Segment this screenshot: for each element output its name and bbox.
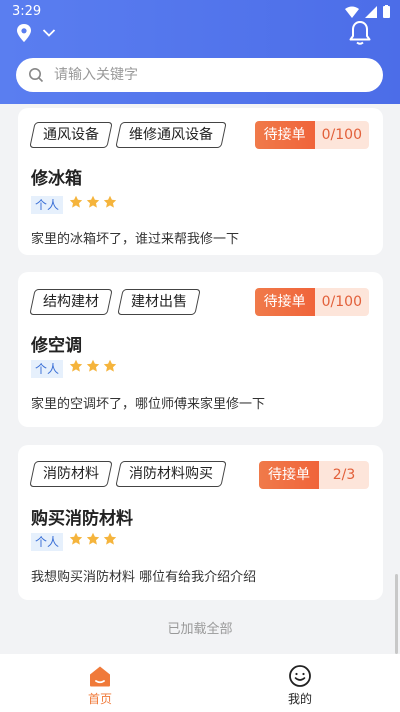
status-label: 待接单 (254, 288, 315, 316)
card-title: 购买消防材料 (31, 509, 133, 529)
star-icon (69, 359, 83, 372)
card-title: 修冰箱 (31, 169, 82, 189)
star-icon (86, 195, 100, 208)
quota-count: 2/3 (319, 461, 369, 489)
rating-stars (69, 532, 117, 546)
bottom-tab-bar: 首页 我的 (0, 654, 400, 712)
order-card[interactable]: 通风设备 维修通风设备 待接单 0/100 修冰箱 个人 家里的冰箱坏了，谁过来… (18, 108, 383, 255)
bell-icon (349, 21, 371, 45)
status-icons (345, 5, 390, 18)
card-description: 我想购买消防材料 哪位有给我介绍介绍 (31, 570, 257, 585)
star-icon (86, 359, 100, 372)
star-icon (103, 359, 117, 372)
tab-home-label: 首页 (87, 692, 112, 706)
rating-stars (69, 359, 117, 373)
wifi-icon (345, 6, 359, 18)
search-icon (28, 67, 44, 83)
chevron-down-icon (42, 29, 56, 37)
category-tag: 通风设备 (29, 122, 113, 148)
category-tag: 结构建材 (29, 289, 113, 315)
tab-mine[interactable]: 我的 (200, 654, 400, 712)
card-description: 家里的冰箱坏了，谁过来帮我修一下 (31, 232, 240, 247)
status-pill: 待接单 0/100 (254, 288, 369, 316)
quota-count: 0/100 (314, 121, 369, 149)
location-selector[interactable] (16, 24, 56, 42)
star-icon (86, 532, 100, 545)
status-label: 待接单 (254, 121, 315, 149)
smiley-icon (289, 665, 311, 687)
subcategory-tag: 建材出售 (117, 289, 201, 315)
star-icon (69, 195, 83, 208)
notification-button[interactable] (348, 20, 372, 50)
personal-badge: 个人 (31, 196, 64, 214)
personal-badge: 个人 (31, 360, 64, 378)
order-card[interactable]: 消防材料 消防材料购买 待接单 2/3 购买消防材料 个人 我想购买消防材料 哪… (18, 445, 383, 600)
quota-count: 0/100 (314, 288, 369, 316)
card-description: 家里的空调坏了，哪位师傅来家里修一下 (31, 397, 266, 412)
tab-home[interactable]: 首页 (0, 654, 200, 712)
personal-badge: 个人 (31, 533, 64, 551)
star-icon (103, 532, 117, 545)
status-time: 3:29 (12, 4, 42, 19)
category-tag: 消防材料 (29, 461, 113, 487)
loaded-all-text: 已加载全部 (167, 622, 233, 637)
location-pin-icon (17, 24, 31, 42)
header: 3:29 (0, 0, 400, 104)
card-title: 修空调 (31, 336, 82, 356)
status-pill: 待接单 2/3 (259, 461, 369, 489)
search-bar[interactable] (16, 58, 383, 92)
star-icon (69, 532, 83, 545)
signal-icon (365, 5, 377, 18)
status-bar: 3:29 (0, 0, 400, 24)
star-icon (103, 195, 117, 208)
home-icon (90, 666, 110, 687)
order-card[interactable]: 结构建材 建材出售 待接单 0/100 修空调 个人 家里的空调坏了，哪位师傅来… (18, 272, 383, 427)
scrollbar[interactable] (395, 574, 398, 654)
subcategory-tag: 维修通风设备 (115, 122, 227, 148)
rating-stars (69, 195, 117, 209)
search-input[interactable] (52, 66, 356, 84)
tab-mine-label: 我的 (287, 692, 312, 706)
status-pill: 待接单 0/100 (254, 121, 369, 149)
battery-icon (383, 5, 390, 18)
subcategory-tag: 消防材料购买 (115, 461, 227, 487)
status-label: 待接单 (259, 461, 319, 489)
